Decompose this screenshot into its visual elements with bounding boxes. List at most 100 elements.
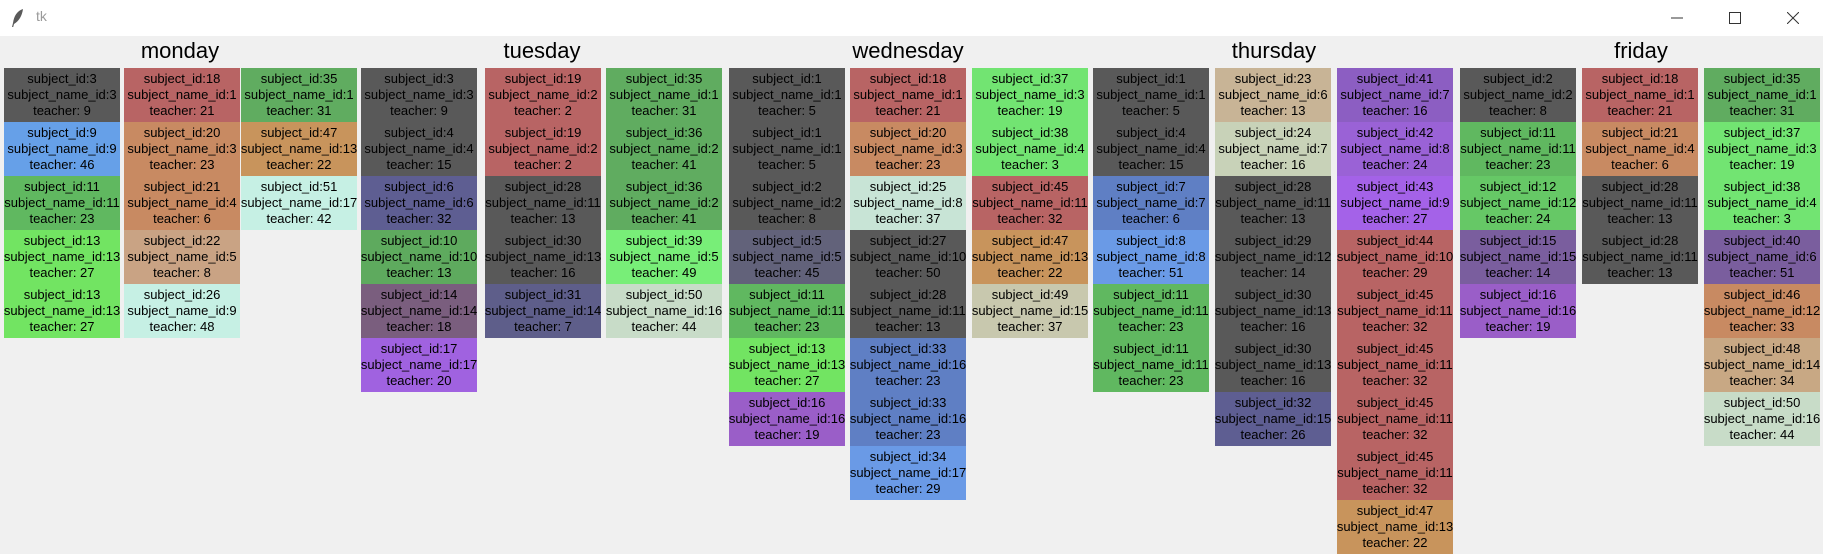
feather-icon xyxy=(12,9,23,27)
subject-name-id-label: subject_name_id:1 xyxy=(1096,87,1206,102)
schedule-cell: subject_id:16 subject_name_id:16 teacher: … xyxy=(1460,284,1576,338)
subject-name-id-label: subject_name_id:2 xyxy=(609,195,719,210)
close-button[interactable] xyxy=(1764,0,1822,36)
schedule-cell: subject_id:10 subject_name_id:10 teacher: … xyxy=(361,230,477,284)
schedule-cell: subject_id:30 subject_name_id:13 teacher: … xyxy=(1215,284,1331,338)
subject-name-id-label: subject_name_id:13 xyxy=(1337,519,1453,534)
subject-name-id-label: subject_name_id:4 xyxy=(1096,141,1206,156)
schedule-cell: subject_id:42 subject_name_id:8 teacher: 2… xyxy=(1337,122,1453,176)
subject-id-label: subject_id:46 xyxy=(1723,287,1801,302)
subject-id-label: subject_id:40 xyxy=(1723,233,1801,248)
teacher-label: teacher: 19 xyxy=(997,103,1063,118)
subject-id-label: subject_id:28 xyxy=(869,287,947,302)
subject-name-id-label: subject_name_id:13 xyxy=(4,249,120,264)
schedule-cell: subject_id:49 subject_name_id:15 teacher: … xyxy=(972,284,1088,338)
schedule-cell: subject_id:47 subject_name_id:13 teacher: … xyxy=(241,122,357,176)
subject-name-id-label: subject_name_id:16 xyxy=(1460,303,1576,318)
minimize-button[interactable] xyxy=(1648,0,1706,36)
teacher-label: teacher: 16 xyxy=(1362,103,1428,118)
subject-name-id-label: subject_name_id:8 xyxy=(1340,141,1450,156)
schedule-cell: subject_id:45 subject_name_id:11 teacher: … xyxy=(1337,338,1453,392)
subject-id-label: subject_id:11 xyxy=(749,287,825,302)
subject-id-label: subject_id:14 xyxy=(380,287,458,302)
schedule-cell: subject_id:28 subject_name_id:11 teacher: … xyxy=(485,176,601,230)
subject-id-label: subject_id:38 xyxy=(991,125,1069,140)
subject-name-id-label: subject_name_id:12 xyxy=(1704,303,1820,318)
subject-name-id-label: subject_name_id:2 xyxy=(732,195,842,210)
subject-id-label: subject_id:35 xyxy=(260,71,338,86)
teacher-label: teacher: 5 xyxy=(758,157,816,172)
day-header-thursday: thursday xyxy=(1231,38,1317,63)
subject-name-id-label: subject_name_id:5 xyxy=(609,249,719,264)
schedule-cell: subject_id:33 subject_name_id:16 teacher: … xyxy=(850,392,966,446)
teacher-label: teacher: 5 xyxy=(1122,103,1180,118)
subject-id-label: subject_id:13 xyxy=(748,341,826,356)
subject-name-id-label: subject_name_id:9 xyxy=(1340,195,1450,210)
teacher-label: teacher: 27 xyxy=(29,319,95,334)
subject-name-id-label: subject_name_id:11 xyxy=(1093,303,1209,318)
teacher-label: teacher: 13 xyxy=(1240,103,1306,118)
subject-name-id-label: subject_name_id:16 xyxy=(850,411,966,426)
subject-name-id-label: subject_name_id:12 xyxy=(1215,249,1331,264)
subject-name-id-label: subject_name_id:1 xyxy=(244,87,354,102)
subject-id-label: subject_id:20 xyxy=(143,125,221,140)
subject-id-label: subject_id:23 xyxy=(1234,71,1312,86)
subject-id-label: subject_id:18 xyxy=(869,71,947,86)
subject-id-label: subject_id:13 xyxy=(23,287,101,302)
teacher-label: teacher: 24 xyxy=(1362,157,1428,172)
subject-id-label: subject_id:11 xyxy=(1113,341,1189,356)
subject-id-label: subject_id:8 xyxy=(1116,233,1186,248)
subject-name-id-label: subject_name_id:2 xyxy=(488,87,598,102)
subject-id-label: subject_id:48 xyxy=(1723,341,1801,356)
subject-name-id-label: subject_name_id:15 xyxy=(972,303,1088,318)
subject-id-label: subject_id:11 xyxy=(24,179,100,194)
subject-id-label: subject_id:2 xyxy=(1483,71,1553,86)
subject-id-label: subject_id:29 xyxy=(1234,233,1312,248)
subject-id-label: subject_id:45 xyxy=(991,179,1069,194)
schedule-cell: subject_id:3 subject_name_id:3 teacher: 9 xyxy=(361,68,477,122)
subject-id-label: subject_id:16 xyxy=(748,395,826,410)
teacher-label: teacher: 5 xyxy=(758,103,816,118)
teacher-label: teacher: 32 xyxy=(1362,481,1428,496)
teacher-label: teacher: 13 xyxy=(510,211,576,226)
subject-name-id-label: subject_name_id:1 xyxy=(1585,87,1695,102)
subject-id-label: subject_id:33 xyxy=(869,341,947,356)
schedule-cell: subject_id:35 subject_name_id:1 teacher: 3… xyxy=(241,68,357,122)
teacher-label: teacher: 9 xyxy=(390,103,448,118)
subject-name-id-label: subject_name_id:13 xyxy=(241,141,357,156)
schedule-cell: subject_id:37 subject_name_id:3 teacher: 1… xyxy=(972,68,1088,122)
teacher-label: teacher: 3 xyxy=(1733,211,1791,226)
teacher-label: teacher: 31 xyxy=(631,103,697,118)
subject-id-label: subject_id:34 xyxy=(869,449,947,464)
subject-id-label: subject_id:10 xyxy=(380,233,458,248)
teacher-label: teacher: 23 xyxy=(875,373,941,388)
teacher-label: teacher: 13 xyxy=(1607,265,1673,280)
subject-id-label: subject_id:45 xyxy=(1356,449,1434,464)
teacher-label: teacher: 19 xyxy=(1485,319,1551,334)
subject-id-label: subject_id:38 xyxy=(1723,179,1801,194)
window-title: tk xyxy=(36,8,47,24)
subject-name-id-label: subject_name_id:13 xyxy=(729,357,845,372)
subject-name-id-label: subject_name_id:13 xyxy=(485,249,601,264)
teacher-label: teacher: 51 xyxy=(1729,265,1795,280)
maximize-button[interactable] xyxy=(1706,0,1764,36)
subject-name-id-label: subject_name_id:11 xyxy=(1215,195,1331,210)
subject-id-label: subject_id:13 xyxy=(23,233,101,248)
teacher-label: teacher: 20 xyxy=(386,373,452,388)
teacher-label: teacher: 7 xyxy=(514,319,572,334)
teacher-label: teacher: 44 xyxy=(631,319,697,334)
teacher-label: teacher: 24 xyxy=(1485,211,1551,226)
teacher-label: teacher: 41 xyxy=(631,157,697,172)
teacher-label: teacher: 32 xyxy=(1362,319,1428,334)
teacher-label: teacher: 18 xyxy=(386,319,452,334)
schedule-cell: subject_id:30 subject_name_id:13 teacher: … xyxy=(485,230,601,284)
subject-name-id-label: subject_name_id:16 xyxy=(850,357,966,372)
subject-id-label: subject_id:39 xyxy=(625,233,703,248)
subject-name-id-label: subject_name_id:1 xyxy=(127,87,237,102)
schedule-cell: subject_id:30 subject_name_id:13 teacher: … xyxy=(1215,338,1331,392)
subject-name-id-label: subject_name_id:10 xyxy=(361,249,477,264)
teacher-label: teacher: 14 xyxy=(1485,265,1551,280)
subject-name-id-label: subject_name_id:3 xyxy=(364,87,474,102)
teacher-label: teacher: 23 xyxy=(29,211,95,226)
schedule-cell: subject_id:18 subject_name_id:1 teacher: 2… xyxy=(1582,68,1698,122)
